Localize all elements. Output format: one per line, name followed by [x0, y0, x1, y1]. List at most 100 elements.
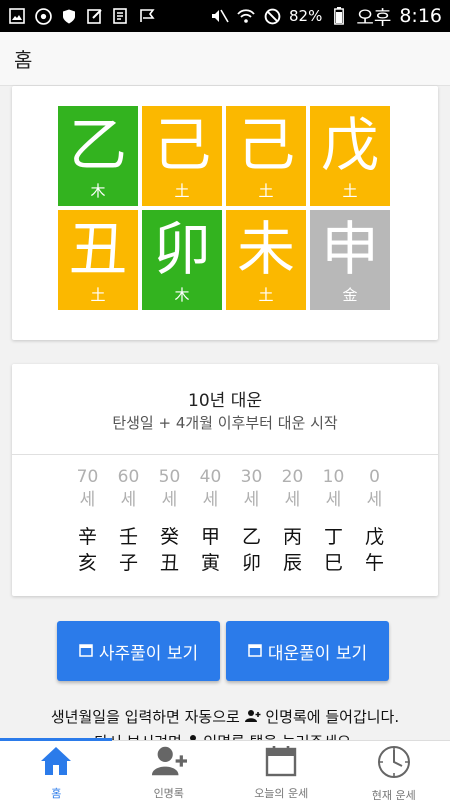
- age-unit: 세: [161, 490, 178, 510]
- daeun-reading-button[interactable]: 대운풀이 보기: [226, 621, 389, 681]
- nav-label-today-fortune: 오늘의 운세: [254, 787, 309, 800]
- branch: 子: [118, 552, 138, 574]
- notice-text: 생년월일을 입력하면 자동으로 인명록에 들어갑니다.: [0, 706, 450, 727]
- daeun-column[interactable]: 0 세戊午: [354, 466, 395, 576]
- age-value: 20: [281, 467, 304, 487]
- calendar-icon: [79, 642, 93, 661]
- cell-element: 木: [90, 182, 106, 200]
- cell-element: 土: [174, 182, 190, 200]
- calendar-icon: [263, 745, 299, 777]
- age-unit: 세: [325, 490, 342, 510]
- daeun-column[interactable]: 10 세 丁巳: [313, 466, 354, 576]
- saju-cell-bottom-2: 未土: [226, 210, 306, 310]
- branch: 丑: [159, 552, 179, 574]
- cell-element: 土: [258, 286, 274, 304]
- age-unit: 세: [366, 490, 383, 510]
- saju-cell-bottom-1: 卯木: [142, 210, 222, 310]
- age-unit: 세: [243, 490, 260, 510]
- saju-card: 乙木 己土 己土 戊土 丑土 卯木 未土 申金: [12, 86, 438, 340]
- cell-char: 丑: [68, 215, 127, 283]
- status-time: 8:16: [399, 5, 442, 27]
- age-value: 60: [117, 467, 140, 487]
- calendar-icon: [248, 642, 262, 661]
- age-value: 40: [199, 467, 222, 487]
- daeun-column[interactable]: 40 세 甲寅: [190, 466, 231, 576]
- gallery-icon: [8, 7, 26, 25]
- daeun-column[interactable]: 50 세 癸丑: [149, 466, 190, 576]
- notice-part2: 인명록에 들어갑니다.: [265, 708, 400, 726]
- age-value: 70: [76, 467, 99, 487]
- daeun-column[interactable]: 20 세 丙辰: [272, 466, 313, 576]
- branch: 寅: [200, 552, 220, 574]
- branch: 辰: [282, 552, 302, 574]
- mute-icon: [211, 7, 229, 25]
- divider: [12, 454, 438, 455]
- cell-element: 土: [342, 182, 358, 200]
- saju-cell-top-1: 己土: [142, 106, 222, 206]
- cell-element: 木: [174, 286, 190, 304]
- branch: 卯: [241, 552, 261, 574]
- nav-tab-today-fortune[interactable]: 오늘의 운세: [225, 741, 338, 800]
- cell-char: 己: [152, 111, 211, 179]
- saju-cell-top-2: 己土: [226, 106, 306, 206]
- daeun-card: 10년 대운 탄생일 + 4개월 이후부터 대운 시작 70 세 辛亥 60 세 壬子 …: [12, 364, 438, 596]
- saju-reading-button[interactable]: 사주풀이 보기: [57, 621, 220, 681]
- nav-tab-home[interactable]: 홈: [0, 741, 113, 800]
- bottom-navigation: 홈 인명록 오늘의 운세 현재 운세: [0, 740, 450, 800]
- cell-element: 土: [90, 286, 106, 304]
- edit-box-icon: [86, 7, 104, 25]
- shield-check-icon: [60, 7, 78, 25]
- clock-icon: [376, 745, 412, 779]
- battery-icon: [330, 7, 348, 25]
- cell-element: 金: [342, 286, 358, 304]
- saju-cell-bottom-3: 申金: [310, 210, 390, 310]
- stem: 癸: [159, 526, 179, 548]
- age-value: 50: [158, 467, 181, 487]
- page-title: 홈: [14, 48, 33, 72]
- wifi-icon: [237, 7, 255, 25]
- age-value: 30: [240, 467, 263, 487]
- daeun-column[interactable]: 70 세 辛亥: [67, 466, 108, 576]
- chrome-icon: [34, 7, 52, 25]
- nav-tab-current-fortune[interactable]: 현재 운세: [338, 741, 450, 800]
- nav-label-contacts: 인명록: [153, 787, 184, 800]
- stem: 丁: [323, 526, 343, 548]
- daeun-reading-label: 대운풀이 보기: [267, 643, 368, 664]
- cell-char: 乙: [68, 111, 127, 179]
- age-unit: 세: [120, 490, 137, 510]
- nav-tab-contacts[interactable]: 인명록: [113, 741, 226, 800]
- saju-cell-top-3: 戊土: [310, 106, 390, 206]
- stem: 壬: [118, 526, 138, 548]
- daeun-columns: 70 세 辛亥 60 세 壬子 50 세 癸丑 40 세 甲寅 30 세 乙卯 20 세 丙辰 10 세 丁…: [67, 466, 395, 576]
- stem: 丙: [282, 526, 302, 548]
- daeun-column[interactable]: 60 세 壬子: [108, 466, 149, 576]
- active-tab-indicator: [0, 738, 112, 741]
- cell-char: 申: [320, 215, 379, 283]
- check-flag-icon: [138, 7, 156, 25]
- daeun-title: 10년 대운: [188, 391, 262, 411]
- add-person-icon: [244, 709, 261, 727]
- stem: 甲: [200, 526, 220, 548]
- cell-element: 土: [258, 182, 274, 200]
- stem: 乙: [241, 526, 261, 548]
- notification-box-icon: [112, 7, 130, 25]
- daeun-column[interactable]: 30 세 乙卯: [231, 466, 272, 576]
- stem: 戊: [364, 526, 384, 548]
- status-bar-left: [8, 7, 156, 25]
- saju-reading-label: 사주풀이 보기: [98, 643, 199, 664]
- add-person-icon: [151, 745, 187, 777]
- home-icon: [38, 745, 74, 777]
- battery-percent: 82%: [289, 7, 323, 25]
- branch: 午: [364, 552, 384, 574]
- saju-grid: 乙木 己土 己土 戊土 丑土 卯木 未土 申金: [58, 106, 392, 312]
- nav-label-home: 홈: [51, 787, 62, 800]
- saju-cell-bottom-0: 丑土: [58, 210, 138, 310]
- status-ampm: 오후: [356, 6, 392, 29]
- cell-char: 未: [236, 215, 295, 283]
- age-unit: 세: [79, 490, 96, 510]
- cell-char: 戊: [320, 111, 379, 179]
- saju-cell-top-0: 乙木: [58, 106, 138, 206]
- cell-char: 己: [236, 111, 295, 179]
- app-bar: 홈: [0, 32, 450, 86]
- daeun-subtitle: 탄생일 + 4개월 이후부터 대운 시작: [112, 414, 338, 432]
